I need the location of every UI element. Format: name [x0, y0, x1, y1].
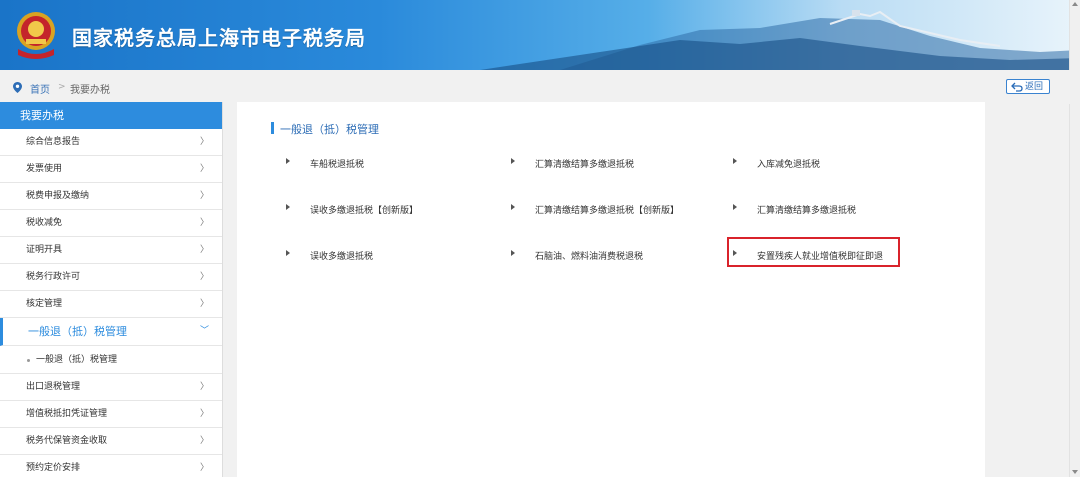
chevron-right-icon: 〉 [199, 218, 209, 228]
link-text: 误收多缴退抵税【创新版】 [310, 206, 419, 216]
link-text: 误收多缴退抵税 [310, 252, 374, 262]
sidebar-item-label: 增值税抵扣凭证管理 [26, 409, 108, 419]
link-overpaid-refund-innovative[interactable]: 误收多缴退抵税【创新版】 [286, 203, 419, 216]
sidebar-item-label: 税务代保管资金收取 [26, 436, 108, 446]
sidebar-item-comprehensive-report[interactable]: 综合信息报告 〉 [0, 129, 222, 156]
sidebar-item-admin-license[interactable]: 税务行政许可 〉 [0, 264, 222, 291]
scroll-up-icon[interactable] [1072, 2, 1078, 6]
sidebar-item-label: 税费申报及缴纳 [26, 191, 90, 201]
tax-emblem-logo [17, 12, 55, 59]
link-naphtha-fuel-oil-refund[interactable]: 石脑油、燃料油消费税退税 [511, 249, 644, 262]
chevron-right-icon: 〉 [199, 409, 209, 419]
arrow-right-icon [286, 158, 290, 164]
link-settlement-refund[interactable]: 汇算清缴结算多缴退抵税 [511, 157, 635, 170]
link-settlement-refund-2[interactable]: 汇算清缴结算多缴退抵税 [733, 203, 857, 216]
sidebar-item-label: 预约定价安排 [26, 463, 81, 473]
site-title: 国家税务总局上海市电子税务局 [72, 26, 366, 50]
chevron-right-icon: 〉 [199, 164, 209, 174]
link-text: 汇算清缴结算多缴退抵税【创新版】 [535, 206, 680, 216]
link-text: 汇算清缴结算多缴退抵税 [535, 160, 635, 170]
sidebar-item-label: 税务行政许可 [26, 272, 81, 282]
main-panel: 一般退（抵）税管理 车船税退抵税 汇算清缴结算多缴退抵税 入库减免退抵税 误收多… [237, 102, 985, 477]
chevron-right-icon: 〉 [199, 382, 209, 392]
arrow-right-icon [286, 204, 290, 210]
site-header: 国家税务总局上海市电子税务局 [0, 0, 1080, 70]
sidebar-nav: 我要办税 综合信息报告〉 发票使用〉 税费申报及缴纳〉 税收减免〉 证明开具〉 … [0, 102, 223, 477]
arrow-right-icon [733, 158, 737, 164]
link-settlement-refund-innovative[interactable]: 汇算清缴结算多缴退抵税【创新版】 [511, 203, 680, 216]
location-pin-icon [13, 82, 22, 93]
sidebar-item-export-refund[interactable]: 出口退税管理 〉 [0, 374, 222, 401]
link-text: 石脑油、燃料油消费税退税 [535, 252, 644, 262]
sidebar-item-certificate[interactable]: 证明开具 〉 [0, 237, 222, 264]
sidebar-subitem-refund[interactable]: 一般退（抵）税管理 [0, 346, 222, 374]
breadcrumb: 首页 > 我要办税 [0, 70, 1070, 104]
breadcrumb-separator: > [58, 82, 66, 92]
sidebar-item-refund-active[interactable]: 一般退（抵）税管理 ﹀ [0, 318, 222, 346]
sidebar-item-custody-funds[interactable]: 税务代保管资金收取 〉 [0, 428, 222, 455]
link-vehicle-tax-refund[interactable]: 车船税退抵税 [286, 157, 365, 170]
breadcrumb-home-link[interactable]: 首页 [30, 81, 50, 96]
sidebar-item-label: 证明开具 [26, 245, 63, 255]
sidebar-item-apa[interactable]: 预约定价安排 〉 [0, 455, 222, 477]
arrow-right-icon [286, 250, 290, 256]
vertical-scrollbar[interactable] [1069, 0, 1080, 477]
chevron-right-icon: 〉 [199, 436, 209, 446]
chevron-right-icon: 〉 [199, 137, 209, 147]
chevron-down-icon: ﹀ [199, 326, 209, 336]
bullet-icon [27, 359, 30, 362]
chevron-right-icon: 〉 [199, 463, 209, 473]
return-arrow-icon [1011, 82, 1023, 92]
annotation-highlight-box [727, 237, 900, 267]
sidebar-item-tax-filing[interactable]: 税费申报及缴纳 〉 [0, 183, 222, 210]
chevron-right-icon: 〉 [199, 299, 209, 309]
chevron-right-icon: 〉 [199, 191, 209, 201]
link-text: 车船税退抵税 [310, 160, 365, 170]
link-storage-relief-refund[interactable]: 入库减免退抵税 [733, 157, 821, 170]
chevron-right-icon: 〉 [199, 245, 209, 255]
back-button-label: 返回 [1025, 82, 1044, 92]
sidebar-item-tax-relief[interactable]: 税收减免 〉 [0, 210, 222, 237]
scroll-down-icon[interactable] [1072, 470, 1078, 474]
breadcrumb-current: 我要办税 [70, 85, 110, 96]
arrow-right-icon [511, 158, 515, 164]
arrow-right-icon [733, 204, 737, 210]
sidebar-item-assessment[interactable]: 核定管理 〉 [0, 291, 222, 318]
sidebar-heading: 我要办税 [0, 102, 222, 129]
sidebar-item-label: 发票使用 [26, 164, 63, 174]
link-overpaid-refund[interactable]: 误收多缴退抵税 [286, 249, 374, 262]
chevron-right-icon: 〉 [199, 272, 209, 282]
sidebar-item-label: 一般退（抵）税管理 [28, 325, 127, 338]
link-text: 汇算清缴结算多缴退抵税 [757, 206, 857, 216]
sidebar-item-label: 核定管理 [26, 299, 63, 309]
sidebar-subitem-label: 一般退（抵）税管理 [36, 355, 118, 365]
arrow-right-icon [511, 250, 515, 256]
back-button[interactable]: 返回 [1006, 79, 1050, 94]
sidebar-item-invoice-use[interactable]: 发票使用 〉 [0, 156, 222, 183]
link-text: 入库减免退抵税 [757, 160, 821, 170]
sidebar-item-label: 综合信息报告 [26, 137, 81, 147]
sidebar-item-label: 税收减免 [26, 218, 63, 228]
arrow-right-icon [511, 204, 515, 210]
section-title-text: 一般退（抵）税管理 [280, 123, 379, 136]
sidebar-item-label: 出口退税管理 [26, 382, 81, 392]
section-title: 一般退（抵）税管理 [270, 121, 379, 137]
sidebar-item-vat-deduction[interactable]: 增值税抵扣凭证管理 〉 [0, 401, 222, 428]
